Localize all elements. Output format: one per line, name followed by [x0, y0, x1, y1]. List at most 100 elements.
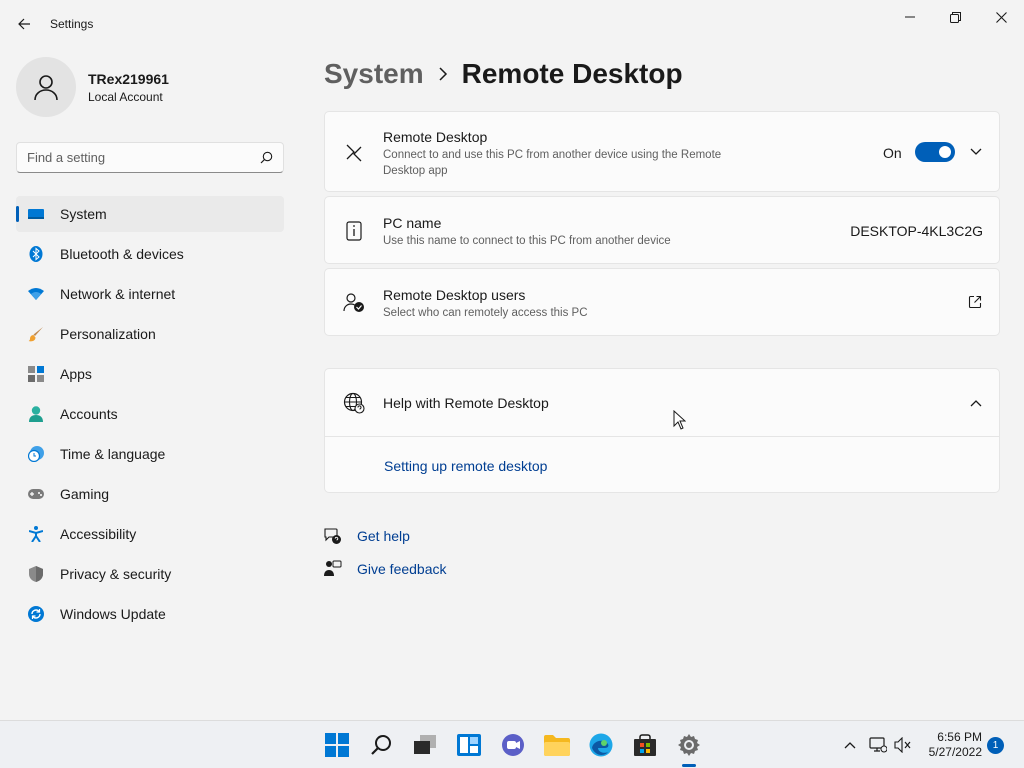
avatar — [16, 57, 76, 117]
gamepad-icon — [28, 486, 44, 502]
task-view-icon — [414, 735, 436, 754]
globe-help-icon — [343, 392, 365, 414]
widgets-button[interactable] — [455, 731, 483, 759]
toggle-state-label: On — [883, 145, 902, 161]
volume-muted-icon — [894, 737, 911, 753]
clock-date: 5/27/2022 — [928, 745, 982, 759]
remote-users-description: Select who can remotely access this PC — [383, 307, 588, 319]
user-profile[interactable]: TRex219961 Local Account — [16, 57, 169, 117]
give-feedback-link[interactable]: Give feedback — [357, 561, 447, 577]
network-monitor-icon — [869, 737, 887, 753]
system-icon — [28, 206, 44, 222]
sidebar-item-label: Windows Update — [60, 606, 166, 622]
chevron-up-icon — [844, 742, 856, 749]
back-button[interactable] — [12, 12, 36, 36]
notification-badge[interactable]: 1 — [987, 737, 1004, 754]
volume-button[interactable] — [893, 735, 913, 755]
page-title: Remote Desktop — [461, 58, 683, 89]
remote-desktop-card[interactable]: Remote Desktop Connect to and use this P… — [324, 111, 1000, 192]
gear-icon — [678, 734, 700, 756]
chat-button[interactable] — [499, 731, 527, 759]
sidebar-item-bluetooth[interactable]: Bluetooth & devices — [16, 236, 284, 272]
maximize-button[interactable] — [932, 6, 978, 28]
clock-globe-icon — [28, 446, 44, 462]
sidebar-item-gaming[interactable]: Gaming — [16, 476, 284, 512]
breadcrumb-parent[interactable]: System — [324, 58, 424, 90]
taskbar-clock[interactable]: 6:56 PM 5/27/2022 — [920, 730, 982, 760]
wifi-icon — [28, 286, 44, 302]
store-button[interactable] — [631, 731, 659, 759]
show-hidden-icons-button[interactable] — [840, 735, 860, 755]
brush-icon — [28, 326, 44, 342]
sidebar-item-label: Privacy & security — [60, 566, 172, 582]
network-status-button[interactable] — [868, 735, 888, 755]
sidebar-item-privacy-security[interactable]: Privacy & security — [16, 556, 284, 592]
feedback-icon — [324, 560, 342, 578]
get-help-link[interactable]: Get help — [357, 528, 410, 544]
chevron-down-icon[interactable] — [969, 146, 983, 158]
search-input[interactable] — [27, 150, 260, 165]
pc-name-title: PC name — [383, 215, 442, 231]
sidebar-item-accounts[interactable]: Accounts — [16, 396, 284, 432]
sidebar-nav: System Bluetooth & devices Network & int… — [16, 196, 284, 636]
edge-button[interactable] — [587, 731, 615, 759]
task-view-button[interactable] — [411, 731, 439, 759]
close-button[interactable] — [978, 6, 1024, 28]
store-icon — [634, 734, 656, 756]
remote-desktop-title: Remote Desktop — [383, 129, 488, 145]
sidebar-item-time-language[interactable]: Time & language — [16, 436, 284, 472]
sidebar-item-personalization[interactable]: Personalization — [16, 316, 284, 352]
profile-name: TRex219961 — [88, 70, 169, 87]
profile-account-type: Local Account — [88, 89, 163, 104]
pc-name-card: PC name Use this name to connect to this… — [324, 196, 1000, 264]
setting-up-remote-desktop-link[interactable]: Setting up remote desktop — [384, 458, 547, 474]
restore-icon — [949, 11, 961, 23]
help-title: Help with Remote Desktop — [383, 395, 549, 411]
bluetooth-icon — [28, 246, 44, 262]
sidebar-item-label: Time & language — [60, 446, 166, 462]
sidebar-item-apps[interactable]: Apps — [16, 356, 284, 392]
sidebar-item-label: Personalization — [60, 326, 156, 342]
sidebar-item-windows-update[interactable]: Windows Update — [16, 596, 284, 632]
windows-logo-icon — [325, 733, 349, 757]
sidebar-item-system[interactable]: System — [16, 196, 284, 232]
search-button[interactable] — [367, 731, 395, 759]
pc-info-icon — [343, 220, 365, 242]
shield-icon — [28, 566, 44, 582]
external-link-icon[interactable] — [968, 295, 982, 314]
mouse-cursor-icon — [673, 410, 686, 430]
remote-desktop-toggle[interactable] — [915, 142, 955, 162]
get-help-row[interactable]: Get help — [324, 527, 410, 545]
remote-desktop-icon — [343, 142, 365, 164]
help-header[interactable]: Help with Remote Desktop — [325, 369, 999, 437]
pc-name-value: DESKTOP-4KL3C2G — [850, 223, 983, 239]
active-app-indicator — [682, 764, 696, 767]
sidebar-item-label: Accessibility — [60, 526, 137, 542]
title-bar: Settings — [0, 0, 1024, 48]
users-check-icon — [343, 292, 365, 314]
breadcrumb: System Remote Desktop — [324, 58, 683, 90]
settings-button[interactable] — [675, 731, 703, 759]
get-help-icon — [324, 527, 342, 545]
sidebar-item-label: Bluetooth & devices — [60, 246, 184, 262]
sidebar-item-accessibility[interactable]: Accessibility — [16, 516, 284, 552]
search-icon[interactable] — [260, 151, 273, 164]
edge-browser-icon — [589, 733, 613, 757]
give-feedback-row[interactable]: Give feedback — [324, 560, 447, 578]
chevron-up-icon[interactable] — [969, 398, 983, 408]
remote-users-title: Remote Desktop users — [383, 287, 526, 303]
remote-desktop-users-card[interactable]: Remote Desktop users Select who can remo… — [324, 268, 1000, 336]
sidebar-item-label: Gaming — [60, 486, 110, 502]
chat-icon — [502, 734, 524, 756]
sidebar-item-label: Apps — [60, 366, 92, 382]
sidebar-item-network[interactable]: Network & internet — [16, 276, 284, 312]
back-arrow-icon — [18, 18, 30, 30]
minimize-button[interactable] — [887, 6, 933, 28]
file-explorer-button[interactable] — [543, 731, 571, 759]
folder-icon — [544, 735, 570, 756]
close-icon — [995, 11, 1007, 23]
start-button[interactable] — [323, 731, 351, 759]
clock-time: 6:56 PM — [937, 730, 982, 744]
app-title: Settings — [50, 17, 94, 31]
taskbar-search-icon — [371, 735, 391, 755]
